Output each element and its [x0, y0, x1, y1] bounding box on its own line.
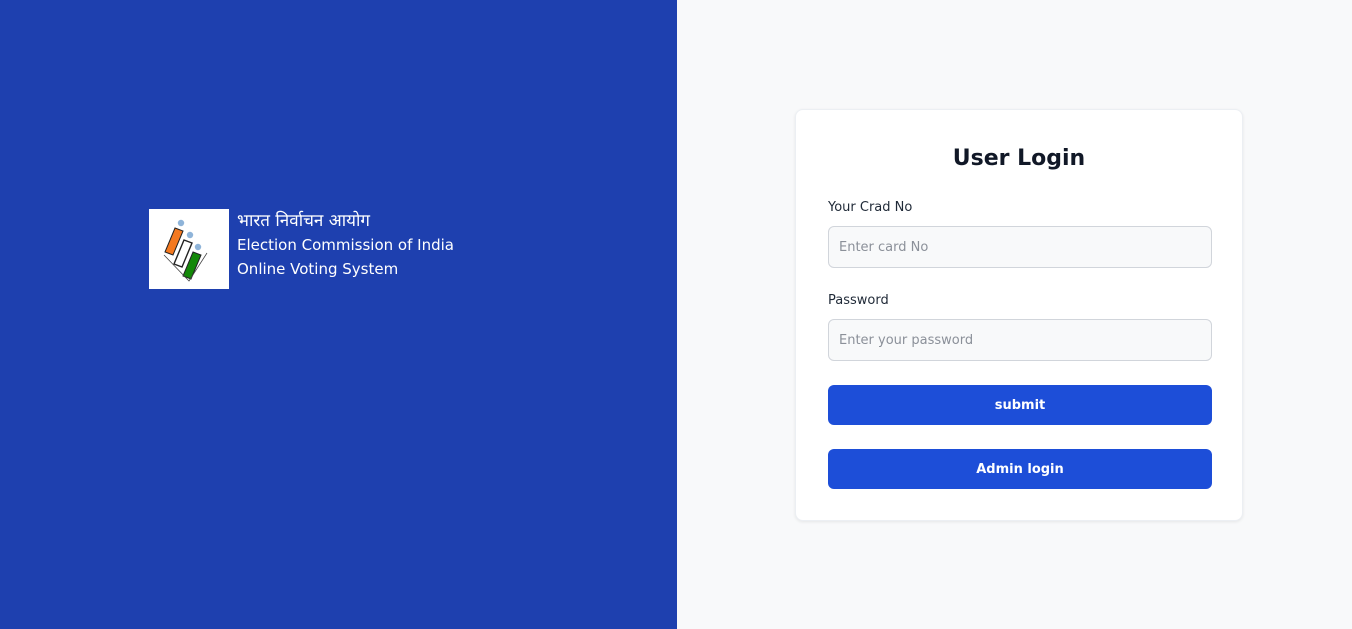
login-panel: User Login Your Crad No Password submit …	[677, 0, 1352, 629]
brand-text: भारत निर्वाचन आयोग Election Commission o…	[237, 209, 454, 281]
eci-logo	[149, 209, 229, 289]
brand-system-name: Online Voting System	[237, 260, 399, 278]
admin-login-button[interactable]: Admin login	[828, 449, 1212, 489]
submit-button[interactable]: submit	[828, 385, 1212, 425]
branding-panel: भारत निर्वाचन आयोग Election Commission o…	[0, 0, 677, 629]
brand-hindi-name: भारत निर्वाचन आयोग	[237, 211, 370, 231]
password-label: Password	[828, 293, 889, 308]
login-card: User Login Your Crad No Password submit …	[795, 109, 1243, 521]
login-title: User Login	[952, 146, 1086, 171]
brand-block: भारत निर्वाचन आयोग Election Commission o…	[149, 209, 454, 289]
login-page: भारत निर्वाचन आयोग Election Commission o…	[0, 0, 1352, 629]
password-input[interactable]	[828, 319, 1212, 361]
card-number-input[interactable]	[828, 226, 1212, 268]
eci-ballot-logo-icon	[163, 219, 208, 282]
card-number-label: Your Crad No	[828, 200, 913, 215]
brand-org-name: Election Commission of India	[237, 236, 454, 254]
